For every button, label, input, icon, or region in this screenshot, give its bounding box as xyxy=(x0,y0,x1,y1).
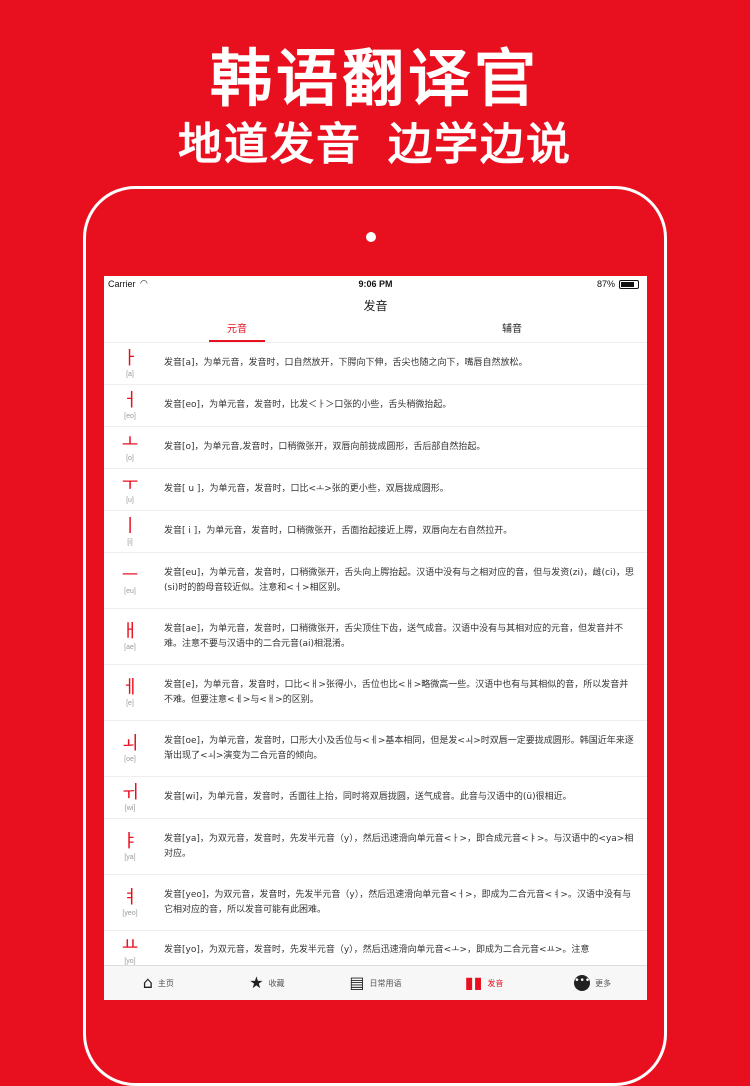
pronunciation-description: 发音[ i ]，为单元音，发音时，口稍微张开，舌面抬起接近上腭，双唇向左右自然拉… xyxy=(164,526,513,536)
vowel-cell: ㅏ [a] xyxy=(104,348,156,379)
segmented-control: 元音 辅音 xyxy=(104,320,647,343)
hangul-char: ㅜ xyxy=(121,474,139,495)
pronunciation-description: 发音[eu]，为单元音，发音时，口稍微张开，舌头向上腭抬起。汉语中没有与之相对应… xyxy=(164,567,634,593)
vowel-cell: ㅜ [u] xyxy=(104,474,156,505)
tab-more[interactable]: ••• 更多 xyxy=(538,966,647,1000)
list-item[interactable]: ㅏ [a] 发音[a]，为单元音，发音时，口自然放开，下腭向下伸，舌尖也随之向下，嘴… xyxy=(104,343,647,385)
pronunciation-description: 发音[eo]，为单元音，发音时，比发＜ㅏ＞口张的小些，舌头稍微抬起。 xyxy=(164,400,452,410)
promo-subline-left: 地道发音 xyxy=(178,119,362,170)
hangul-char: ㅣ xyxy=(121,516,139,537)
pronunciation-list: ㅏ [a] 发音[a]，为单元音，发音时，口自然放开，下腭向下伸，舌尖也随之向下，嘴… xyxy=(104,343,647,971)
pronunciation-description: 发音[yo]，为双元音，发音时，先发半元音（y），然后迅速滑向单元音<ㅗ>，即成… xyxy=(164,945,590,955)
hangul-char: ㅐ xyxy=(121,621,139,642)
list-item[interactable]: ㅗ [o] 发音[o]，为单元音,发音时，口稍微张开，双唇向前拢成圆形，舌后部自然抬… xyxy=(104,427,647,469)
pronunciation-description: 发音[o]，为单元音,发音时，口稍微张开，双唇向前拢成圆形，舌后部自然抬起。 xyxy=(164,442,486,452)
vowel-cell: ㅛ [yo] xyxy=(104,935,156,966)
tab-vowel[interactable]: 元音 xyxy=(177,320,297,342)
home-icon: ⌂ xyxy=(142,973,153,992)
pronunciation-description: 发音[e]，为单元音，发音时，口比<ㅐ>张得小，舌位也比<ㅐ>略微高一些。汉语中… xyxy=(164,679,629,705)
battery-percent: 87% xyxy=(596,279,615,289)
hangul-char: ㅚ xyxy=(121,733,139,754)
list-item[interactable]: ㅡ [eu] 发音[eu]，为单元音，发音时，口稍微张开，舌头向上腭抬起。汉语中没有… xyxy=(104,553,647,609)
hangul-char: ㅗ xyxy=(121,432,139,453)
list-item[interactable]: ㅕ [yeo] 发音[yeo]，为双元音，发音时，先发半元音（y），然后迅速滑向单元… xyxy=(104,875,647,931)
hangul-char: ㅕ xyxy=(121,887,139,908)
promo-subline-right: 边学边说 xyxy=(388,119,572,170)
tab-star[interactable]: ★ 收藏 xyxy=(213,966,322,1000)
tab-book[interactable]: ▮▮ 发音 xyxy=(430,966,539,1000)
vowel-cell: ㅚ [oe] xyxy=(104,733,156,764)
romanization: [u] xyxy=(126,497,134,504)
vowel-cell: ㅐ [ae] xyxy=(104,621,156,652)
book-icon: ▮▮ xyxy=(464,973,483,992)
romanization: [a] xyxy=(126,371,134,378)
romanization: [ae] xyxy=(124,644,136,651)
list-item[interactable]: ㅜ [u] 发音[ u ]，为单元音，发音时，口比<ㅗ>张的更小些，双唇拢成圆形。 xyxy=(104,469,647,511)
tab-home[interactable]: ⌂ 主页 xyxy=(104,966,213,1000)
page-title: 发音 xyxy=(363,299,388,313)
hangul-char: ㅑ xyxy=(121,831,139,852)
hangul-char: ㅛ xyxy=(121,935,139,956)
promo-headline: 韩语翻译官 xyxy=(209,42,540,115)
pronunciation-description: 发音[ae]，为单元音，发音时，口稍微张开，舌尖顶住下齿，送气成音。汉语中没有与… xyxy=(164,623,624,649)
chat-icon: ▤ xyxy=(349,973,365,992)
tab-label: 主页 xyxy=(157,978,174,988)
pronunciation-description: 发音[oe]，为单元音，发音时，口形大小及舌位与<ㅔ>基本相同，但是发<ㅚ>时双… xyxy=(164,735,634,761)
vowel-cell: ㅡ [eu] xyxy=(104,565,156,596)
app-screen: Carrier ◠ 9:06 PM 87% 发音 元音 辅音 ㅏ [a] 发音[a]… xyxy=(104,276,647,1000)
romanization: [o] xyxy=(126,455,134,462)
tab-chat[interactable]: ▤ 日常用语 xyxy=(321,966,430,1000)
hangul-char: ㅔ xyxy=(121,677,139,698)
vowel-cell: ㅗ [o] xyxy=(104,432,156,463)
list-item[interactable]: ㅚ [oe] 发音[oe]，为单元音，发音时，口形大小及舌位与<ㅔ>基本相同，但是发… xyxy=(104,721,647,777)
tab-label: 发音 xyxy=(487,978,504,988)
list-item[interactable]: ㅐ [ae] 发音[ae]，为单元音，发音时，口稍微张开，舌尖顶住下齿，送气成音。汉… xyxy=(104,609,647,665)
hangul-char: ㅓ xyxy=(121,390,139,411)
status-time: 9:06 PM xyxy=(358,279,393,289)
romanization: [e] xyxy=(126,700,134,707)
romanization: [yo] xyxy=(124,958,136,965)
star-icon: ★ xyxy=(249,973,264,992)
tab-label: 收藏 xyxy=(268,978,285,988)
tab-bar: ⌂ 主页 ★ 收藏 ▤ 日常用语 ▮▮ 发音 ••• 更多 xyxy=(104,965,647,1000)
hangul-char: ㅡ xyxy=(121,565,139,586)
camera-dot xyxy=(366,232,376,242)
list-item[interactable]: ㅑ [ya] 发音[ya]，为双元音，发音时，先发半元音（y），然后迅速滑向单元音<… xyxy=(104,819,647,875)
list-item[interactable]: ㅟ [wi] 发音[wi]，为单元音，发音时，舌面往上抬，同时将双唇拢圆，送气成音。… xyxy=(104,777,647,819)
list-item[interactable]: ㅓ [eo] 发音[eo]，为单元音，发音时，比发＜ㅏ＞口张的小些，舌头稍微抬起。 xyxy=(104,385,647,427)
more-icon: ••• xyxy=(574,975,591,991)
romanization: [wi] xyxy=(124,805,136,812)
vowel-cell: ㅓ [eo] xyxy=(104,390,156,421)
tab-label: 更多 xyxy=(595,978,612,988)
romanization: [oe] xyxy=(124,756,136,763)
list-item[interactable]: ㅣ [i] 发音[ i ]，为单元音，发音时，口稍微张开，舌面抬起接近上腭，双唇向左… xyxy=(104,511,647,553)
pronunciation-description: 发音[yeo]，为双元音，发音时，先发半元音（y），然后迅速滑向单元音<ㅓ>，即… xyxy=(164,889,631,915)
romanization: [eu] xyxy=(124,588,136,595)
vowel-cell: ㅣ [i] xyxy=(104,516,156,547)
vowel-cell: ㅟ [wi] xyxy=(104,782,156,813)
romanization: [ya] xyxy=(124,854,136,861)
battery-icon xyxy=(619,280,639,289)
status-bar: Carrier ◠ 9:06 PM 87% xyxy=(104,276,647,292)
pronunciation-description: 发音[ya]，为双元音，发音时，先发半元音（y），然后迅速滑向单元音<ㅏ>，即合… xyxy=(164,833,634,859)
romanization: [i] xyxy=(127,539,133,546)
promo-subline: 地道发音 边学边说 xyxy=(0,108,750,172)
tab-consonant[interactable]: 辅音 xyxy=(452,320,572,340)
romanization: [eo] xyxy=(124,413,136,420)
tab-label: 日常用语 xyxy=(369,978,402,988)
vowel-cell: ㅕ [yeo] xyxy=(104,887,156,918)
hangul-char: ㅟ xyxy=(121,782,139,803)
list-item[interactable]: ㅔ [e] 发音[e]，为单元音，发音时，口比<ㅐ>张得小，舌位也比<ㅐ>略微高一些… xyxy=(104,665,647,721)
pronunciation-description: 发音[ u ]，为单元音，发音时，口比<ㅗ>张的更小些，双唇拢成圆形。 xyxy=(164,484,449,494)
vowel-cell: ㅑ [ya] xyxy=(104,831,156,862)
vowel-cell: ㅔ [e] xyxy=(104,677,156,708)
hangul-char: ㅏ xyxy=(121,348,139,369)
romanization: [yeo] xyxy=(122,910,138,917)
pronunciation-description: 发音[a]，为单元音，发音时，口自然放开，下腭向下伸，舌尖也随之向下，嘴唇自然放… xyxy=(164,358,528,368)
pronunciation-description: 发音[wi]，为单元音，发音时，舌面往上抬，同时将双唇拢圆，送气成音。此音与汉语… xyxy=(164,792,572,802)
